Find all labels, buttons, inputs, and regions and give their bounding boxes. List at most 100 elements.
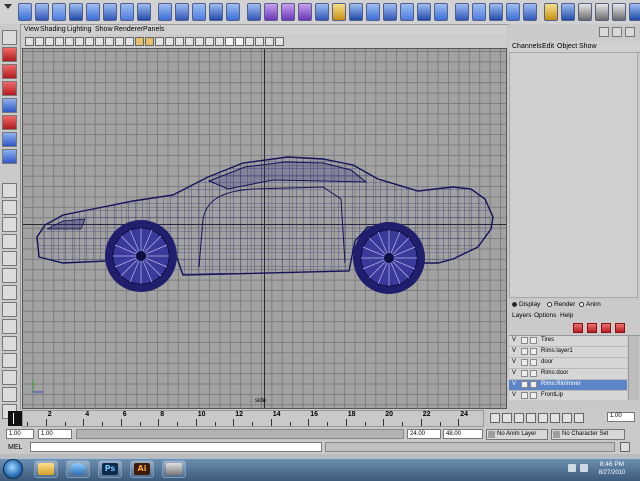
layer-display-type-toggle[interactable] [530,348,537,355]
viewport-tool-icon[interactable] [135,37,144,46]
layer-display-type-toggle[interactable] [530,370,537,377]
range-slider-bar[interactable] [76,429,404,439]
viewport-tool-icon[interactable] [95,37,104,46]
menu-lighting[interactable]: Lighting [67,26,92,33]
toolbox-tool-icon[interactable] [2,115,17,130]
layer-row[interactable]: Vdoor [509,358,627,369]
viewport-tool-icon[interactable] [255,37,264,46]
mel-label[interactable]: MEL [8,444,22,451]
viewport-tool-icon[interactable] [245,37,254,46]
character-set-dropdown[interactable]: No Character Set [551,429,625,440]
step-forward-key-icon[interactable] [550,413,560,423]
toolbox-tool-icon[interactable] [2,353,17,368]
taskbar-media-player-button[interactable] [66,460,90,478]
shelf-tool-icon[interactable] [247,3,261,21]
menu-layers[interactable]: Layers [512,312,532,319]
layer-playback-toggle[interactable] [521,348,528,355]
channel-box-toggle-icon[interactable] [599,27,609,37]
taskbar-explorer-button[interactable] [34,460,58,478]
toolbox-tool-icon[interactable] [2,285,17,300]
shelf-tool-icon[interactable] [175,3,189,21]
menu-view[interactable]: View [24,26,39,33]
toolbox-tool-icon[interactable] [2,98,17,113]
toolbox-tool-icon[interactable] [2,30,17,45]
shelf-tool-icon[interactable] [137,3,151,21]
range-end-field[interactable]: 48.00 [443,429,483,439]
new-layer-icon[interactable] [573,323,583,333]
shelf-tool-icon[interactable] [629,3,640,21]
shelf-tool-icon[interactable] [595,3,609,21]
shelf-tool-icon[interactable] [35,3,49,21]
layer-playback-toggle[interactable] [521,337,528,344]
shelf-tool-icon[interactable] [209,3,223,21]
clock-date[interactable]: 8/27/2010 [594,470,630,476]
toolbox-tool-icon[interactable] [2,370,17,385]
shelf-tool-icon[interactable] [103,3,117,21]
menu-show[interactable]: Show [579,43,597,50]
shelf-tool-icon[interactable] [52,3,66,21]
taskbar-maya-button[interactable] [162,460,186,478]
tray-volume-icon[interactable] [580,464,588,472]
new-layer-selected-icon[interactable] [587,323,597,333]
shelf-tool-icon[interactable] [315,3,329,21]
viewport-tool-icon[interactable] [195,37,204,46]
shelf-tool-icon[interactable] [455,3,469,21]
anim-mode-radio[interactable] [579,302,584,307]
script-editor-icon[interactable] [620,442,630,452]
viewport-tool-icon[interactable] [125,37,134,46]
menu-object[interactable]: Object [557,43,577,50]
viewport-tool-icon[interactable] [85,37,94,46]
shelf-tool-icon[interactable] [400,3,414,21]
shelf-tool-icon[interactable] [561,3,575,21]
shelf-tool-icon[interactable] [69,3,83,21]
shelf-tool-icon[interactable] [366,3,380,21]
time-slider[interactable]: 2 4 6 8 10 12 14 16 18 20 22 24 [22,410,484,427]
layer-playback-toggle[interactable] [521,381,528,388]
tool-settings-toggle-icon[interactable] [625,27,635,37]
go-to-end-icon[interactable] [574,413,584,423]
layer-delete-icon[interactable] [615,323,625,333]
toolbox-tool-icon[interactable] [2,268,17,283]
viewport-tool-icon[interactable] [215,37,224,46]
toolbox-tool-icon[interactable] [2,81,17,96]
shelf-tool-icon[interactable] [18,3,32,21]
toolbox-tool-icon[interactable] [2,217,17,232]
start-button[interactable] [3,459,23,479]
viewport-tool-icon[interactable] [35,37,44,46]
shelf-tool-icon[interactable] [332,3,346,21]
toolbox-tool-icon[interactable] [2,47,17,62]
toolbox-tool-icon[interactable] [2,132,17,147]
shelf-tool-icon[interactable] [192,3,206,21]
layer-row[interactable]: V FrontLip [509,391,627,400]
shelf-tool-icon[interactable] [158,3,172,21]
viewport-tool-icon[interactable] [205,37,214,46]
layer-visibility-toggle[interactable]: V [512,359,516,365]
go-to-start-icon[interactable] [490,413,500,423]
shelf-tool-icon[interactable] [86,3,100,21]
menu-shading[interactable]: Shading [40,26,66,33]
layer-options-icon[interactable] [601,323,611,333]
viewport-tool-icon[interactable] [145,37,154,46]
range-start-field[interactable]: 1.00 [6,429,34,439]
layer-display-type-toggle[interactable] [530,337,537,344]
toolbox-tool-icon[interactable] [2,149,17,164]
layer-playback-toggle[interactable] [521,392,528,399]
render-mode-radio[interactable] [547,302,552,307]
taskbar-illustrator-button[interactable]: Ai [130,460,154,478]
layer-playback-toggle[interactable] [521,370,528,377]
viewport-tool-icon[interactable] [25,37,34,46]
layer-playback-toggle[interactable] [521,359,528,366]
shelf-tool-icon[interactable] [612,3,626,21]
viewport-tool-icon[interactable] [75,37,84,46]
layer-row[interactable]: V Rims:RimInner [509,380,627,391]
play-backward-icon[interactable] [526,413,536,423]
viewport-tool-icon[interactable] [115,37,124,46]
attribute-editor-toggle-icon[interactable] [612,27,622,37]
viewport-tool-icon[interactable] [105,37,114,46]
anim-layer-dropdown[interactable]: No Anim Layer [486,429,548,440]
viewport-tool-icon[interactable] [275,37,284,46]
shelf-tool-icon[interactable] [264,3,278,21]
play-forward-icon[interactable] [538,413,548,423]
viewport-tool-icon[interactable] [165,37,174,46]
menu-panels[interactable]: Panels [143,26,164,33]
